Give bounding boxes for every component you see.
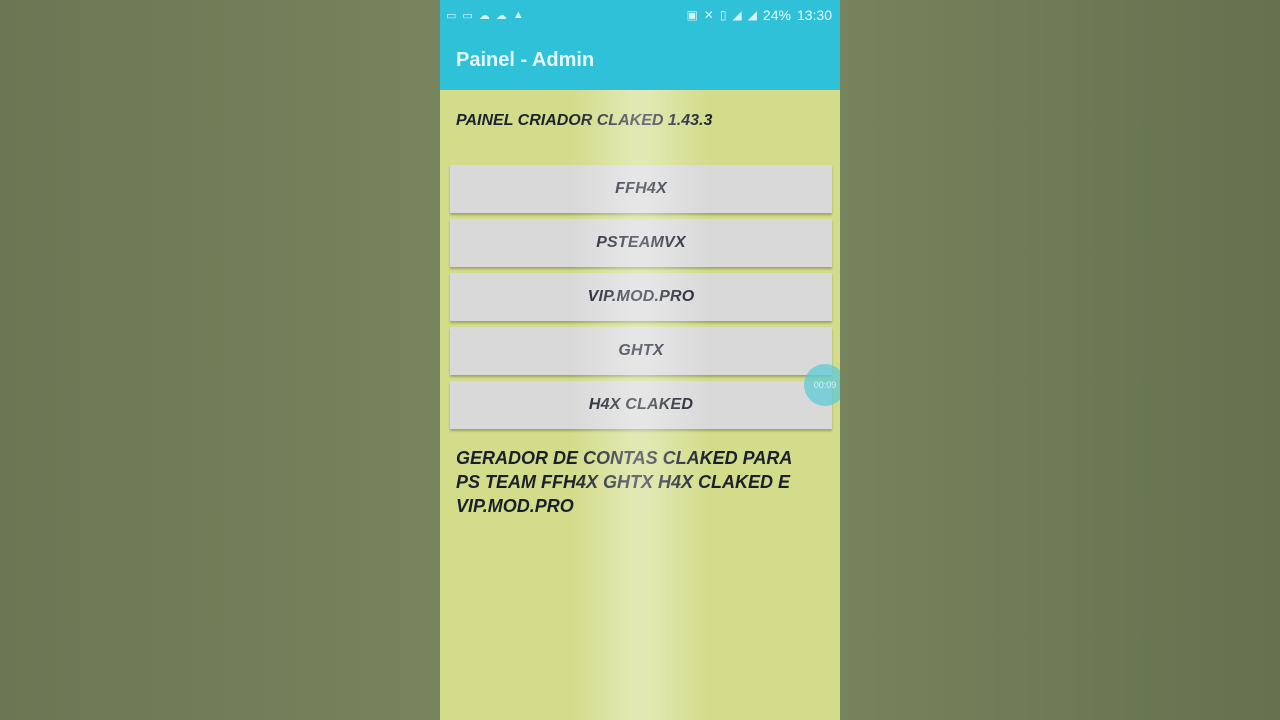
app-title: Painel - Admin: [456, 48, 595, 71]
cloud-icon: ☁: [495, 9, 507, 22]
system-icons: ▣ ✕ ▯ ◢ ◢ 24% 13:30: [686, 7, 840, 23]
background-left: [0, 0, 440, 720]
app-bar: Painel - Admin: [440, 30, 840, 90]
mute-icon: ✕: [703, 8, 714, 22]
page-header: PAINEL CRIADOR CLAKED 1.43.3: [456, 112, 713, 129]
signal-icon: ◢: [747, 8, 757, 22]
nfc-icon: ▣: [686, 8, 698, 22]
status-bar: ▭ ▭ ☁ ☁ ▲ ▣ ✕ ▯ ◢ ◢ 24% 13:30: [440, 0, 840, 30]
main-content: PAINEL CRIADOR CLAKED 1.43.3 FFH4X PSTEA…: [440, 90, 840, 720]
notification-icons: ▭ ▭ ☁ ☁ ▲: [440, 9, 524, 22]
battery-level: 24%: [762, 7, 791, 23]
cloud-icon: ☁: [478, 9, 490, 22]
clock: 13:30: [796, 7, 832, 23]
ghtx-button[interactable]: GHTX: [450, 327, 832, 375]
warning-icon: ▲: [512, 9, 524, 21]
psteamvx-button[interactable]: PSTEAMVX: [450, 219, 832, 267]
vip-mod-pro-button[interactable]: VIP.MOD.PRO: [450, 273, 832, 321]
signal-icon: ◢: [732, 8, 742, 22]
video-icon: ▭: [446, 9, 457, 22]
description-text: GERADOR DE CONTAS CLAKED PARA PS TEAM FF…: [456, 448, 792, 516]
sim-icon: ▯: [719, 8, 727, 22]
background-right: [840, 0, 1280, 720]
video-icon: ▭: [462, 9, 473, 22]
h4x-claked-button[interactable]: H4X CLAKED: [450, 381, 832, 429]
ffh4x-button[interactable]: FFH4X: [450, 165, 832, 213]
floating-timer-bubble[interactable]: 00:09: [804, 364, 840, 406]
phone-screen: ▭ ▭ ☁ ☁ ▲ ▣ ✕ ▯ ◢ ◢ 24% 13:30 Painel - A…: [440, 0, 840, 720]
